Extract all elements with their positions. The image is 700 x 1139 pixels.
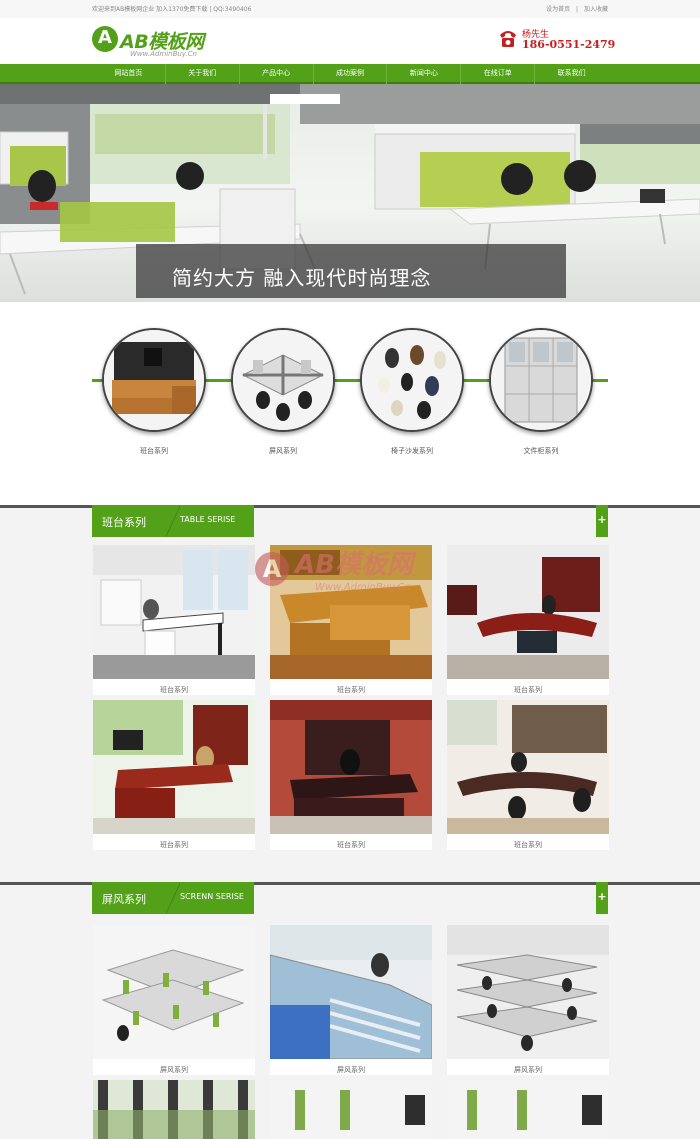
product-label: 班台系列 xyxy=(337,686,365,694)
product-photo xyxy=(447,925,609,1059)
add-favorite-link[interactable]: 加入收藏 xyxy=(584,6,608,13)
product-photo xyxy=(270,700,432,834)
product-label: 班台系列 xyxy=(514,841,542,849)
product-label: 班台系列 xyxy=(337,841,365,849)
header-notch xyxy=(166,882,180,914)
category-screen-label: 屏风系列 xyxy=(269,447,297,455)
product-photo xyxy=(93,700,255,834)
top-bar: 欢迎来到AB模板网企业 加入1370免费下载 | QQ:3490406 设为首页… xyxy=(0,0,700,18)
section-title-en: TABLE SERISE xyxy=(180,515,236,524)
category-chairs-label: 椅子沙发系列 xyxy=(391,447,433,455)
header: A AB模板网 Www.AdminBuy.Cn 杨先生 186-0551-247… xyxy=(0,18,700,64)
category-chairs[interactable]: 椅子沙发系列 xyxy=(360,328,464,468)
product-card[interactable]: 班台系列 xyxy=(447,545,609,695)
product-photo xyxy=(270,925,432,1059)
watermark-text: AB模板网 xyxy=(295,550,413,580)
product-photo xyxy=(270,1080,432,1139)
nav-products[interactable]: 产品中心 xyxy=(238,64,313,84)
nav-news[interactable]: 新闻中心 xyxy=(386,64,460,84)
product-label: 屏风系列 xyxy=(337,1066,365,1074)
main-nav: 网站首页 关于我们 产品中心 成功案例 新闻中心 在线订单 联系我们 xyxy=(0,64,700,84)
section-desk-more-button[interactable]: + xyxy=(596,505,608,537)
category-cabinet-image xyxy=(489,328,593,432)
product-card[interactable]: 班台系列 xyxy=(270,700,432,850)
category-chairs-image xyxy=(360,328,464,432)
watermark: A AB模板网 Www.AdminBuy.Cn xyxy=(255,540,455,610)
logo-url: Www.AdminBuy.Cn xyxy=(130,50,197,58)
product-card[interactable]: 班台系列 xyxy=(93,545,255,695)
divider: | xyxy=(576,6,579,13)
logo-mark: A xyxy=(92,26,118,52)
category-desk[interactable]: 班台系列 xyxy=(102,328,206,468)
section-screen: 屏风系列 SCRENN SERISE + 屏风系列 屏风系列 屏风系列 xyxy=(0,882,700,1139)
category-desk-label: 班台系列 xyxy=(140,447,168,455)
product-card[interactable]: 班台系列 xyxy=(93,700,255,850)
section-screen-more-button[interactable]: + xyxy=(596,882,608,914)
product-label: 班台系列 xyxy=(160,841,188,849)
product-photo xyxy=(447,1080,609,1139)
nav-cases[interactable]: 成功案例 xyxy=(312,64,387,84)
product-card[interactable] xyxy=(93,1080,255,1139)
nav-contact[interactable]: 联系我们 xyxy=(534,64,608,84)
product-card[interactable]: 屏风系列 xyxy=(447,925,609,1075)
nav-home[interactable]: 网站首页 xyxy=(92,64,165,84)
product-photo xyxy=(447,545,609,679)
section-title-cn: 屏风系列 xyxy=(102,893,146,906)
category-screen-image xyxy=(231,328,335,432)
category-showcase: 班台系列 屏风系列 椅子沙发系列 文件柜系列 xyxy=(0,302,700,492)
phone-number: 186-0551-2479 xyxy=(522,38,616,51)
section-title-en: SCRENN SERISE xyxy=(180,892,244,901)
banner-caption: 简约大方 融入现代时尚理念 xyxy=(172,266,432,290)
category-desk-image xyxy=(102,328,206,432)
section-desk: 班台系列 TABLE SERISE + 班台系列 班台系列 班台系列 班台系列 … xyxy=(0,505,700,882)
nav-about[interactable]: 关于我们 xyxy=(164,64,239,84)
product-label: 班台系列 xyxy=(160,686,188,694)
product-photo xyxy=(93,925,255,1059)
section-desk-header: 班台系列 TABLE SERISE xyxy=(92,505,254,537)
product-photo xyxy=(93,1080,255,1139)
category-cabinet[interactable]: 文件柜系列 xyxy=(489,328,593,468)
contact-phone: 杨先生 186-0551-2479 xyxy=(498,27,618,59)
site-logo[interactable]: A AB模板网 Www.AdminBuy.Cn xyxy=(92,26,222,58)
welcome-text: 欢迎来到AB模板网企业 加入1370免费下载 | QQ:3490406 xyxy=(92,6,252,13)
section-title-cn: 班台系列 xyxy=(102,516,146,529)
product-label: 屏风系列 xyxy=(514,1066,542,1074)
product-label: 班台系列 xyxy=(514,686,542,694)
telephone-icon xyxy=(500,31,516,47)
product-card[interactable]: 班台系列 xyxy=(447,700,609,850)
hero-banner[interactable]: 简约大方 融入现代时尚理念 xyxy=(0,84,700,302)
product-photo xyxy=(447,700,609,834)
set-homepage-link[interactable]: 设为首页 xyxy=(546,6,570,13)
top-links: 设为首页 | 加入收藏 xyxy=(542,4,608,13)
product-photo xyxy=(93,545,255,679)
watermark-url: Www.AdminBuy.Cn xyxy=(315,582,411,593)
nav-order[interactable]: 在线订单 xyxy=(460,64,534,84)
category-screen[interactable]: 屏风系列 xyxy=(231,328,335,468)
section-screen-header: 屏风系列 SCRENN SERISE xyxy=(92,882,254,914)
category-cabinet-label: 文件柜系列 xyxy=(523,447,559,455)
product-card[interactable]: 屏风系列 xyxy=(93,925,255,1075)
product-card[interactable]: 屏风系列 xyxy=(270,925,432,1075)
product-card[interactable] xyxy=(447,1080,609,1139)
header-notch xyxy=(166,505,180,537)
product-label: 屏风系列 xyxy=(160,1066,188,1074)
product-card[interactable] xyxy=(270,1080,432,1139)
